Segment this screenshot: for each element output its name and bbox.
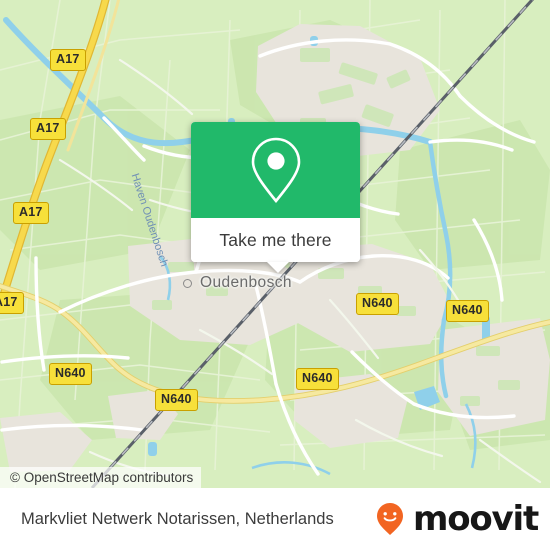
road-shield-a17-1[interactable]: A17 <box>50 49 86 71</box>
popup-cta-area[interactable]: Take me there <box>191 218 360 262</box>
road-shield-n640-3[interactable]: N640 <box>296 368 339 390</box>
moovit-brand[interactable]: moovit <box>369 498 539 540</box>
moovit-map-screenshot: Oudenbosch Haven Oudenbosch A17 A17 A17 … <box>0 0 550 550</box>
moovit-smiley-pin-icon <box>376 503 403 535</box>
place-dot-oudenbosch <box>183 279 192 288</box>
moovit-wordmark: moovit <box>412 499 539 539</box>
road-shield-n640-2[interactable]: N640 <box>155 389 198 411</box>
map-canvas[interactable]: Oudenbosch Haven Oudenbosch A17 A17 A17 … <box>0 0 550 488</box>
road-shield-n640-4[interactable]: N640 <box>356 293 399 315</box>
place-title: Markvliet Netwerk Notarissen, Netherland… <box>21 509 334 528</box>
road-shield-a17-4[interactable]: A17 <box>0 292 24 314</box>
destination-popup-card[interactable]: Take me there <box>191 122 360 273</box>
popup-icon-area <box>191 122 360 218</box>
take-me-there-label: Take me there <box>219 229 332 250</box>
location-pin-icon <box>251 137 300 204</box>
osm-attribution[interactable]: © OpenStreetMap contributors <box>0 467 202 488</box>
road-shield-a17-2[interactable]: A17 <box>30 118 66 140</box>
place-label-oudenbosch: Oudenbosch <box>200 274 292 291</box>
road-shield-n640-1[interactable]: N640 <box>49 363 92 385</box>
popup-pointer-tail <box>267 262 289 273</box>
road-shield-n640-5[interactable]: N640 <box>446 300 489 322</box>
road-shield-a17-3[interactable]: A17 <box>13 202 49 224</box>
footer-bar: Markvliet Netwerk Notarissen, Netherland… <box>0 488 550 550</box>
